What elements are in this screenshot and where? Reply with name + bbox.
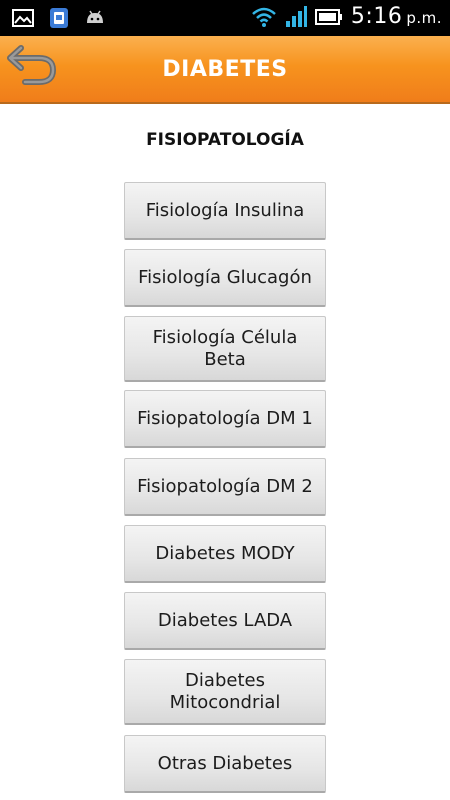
status-bar: 5:16 p.m. [0, 0, 450, 36]
wifi-icon [251, 6, 277, 28]
otras-diabetes-button[interactable]: Otras Diabetes [124, 735, 326, 793]
fisiopatologia-dm1-button[interactable]: Fisiopatología DM 1 [124, 390, 326, 448]
app-bar: DIABETES [0, 36, 450, 104]
battery-icon [314, 6, 343, 28]
fisiopatologia-dm2-button[interactable]: Fisiopatología DM 2 [124, 458, 326, 516]
android-icon [84, 7, 106, 29]
signal-icon [285, 5, 307, 28]
phone-app-icon [48, 7, 70, 29]
image-icon [12, 7, 34, 29]
fisiologia-insulina-button[interactable]: Fisiología Insulina [124, 182, 326, 240]
app-title: DIABETES [162, 56, 288, 82]
diabetes-mody-button[interactable]: Diabetes MODY [124, 525, 326, 583]
fisiologia-glucagon-button[interactable]: Fisiología Glucagón [124, 249, 326, 307]
diabetes-mitocondrial-button[interactable]: Diabetes Mitocondrial [124, 659, 326, 725]
clock-time: 5:16 [350, 4, 403, 29]
clock: 5:16 p.m. [351, 4, 442, 29]
clock-ampm: p.m. [406, 9, 442, 27]
status-bar-system: 5:16 p.m. [251, 4, 442, 29]
diabetes-lada-button[interactable]: Diabetes LADA [124, 592, 326, 650]
section-title: FISIOPATOLOGÍA [146, 130, 304, 150]
fisiologia-celula-beta-button[interactable]: Fisiología Célula Beta [124, 316, 326, 382]
status-bar-notifications [12, 7, 106, 29]
